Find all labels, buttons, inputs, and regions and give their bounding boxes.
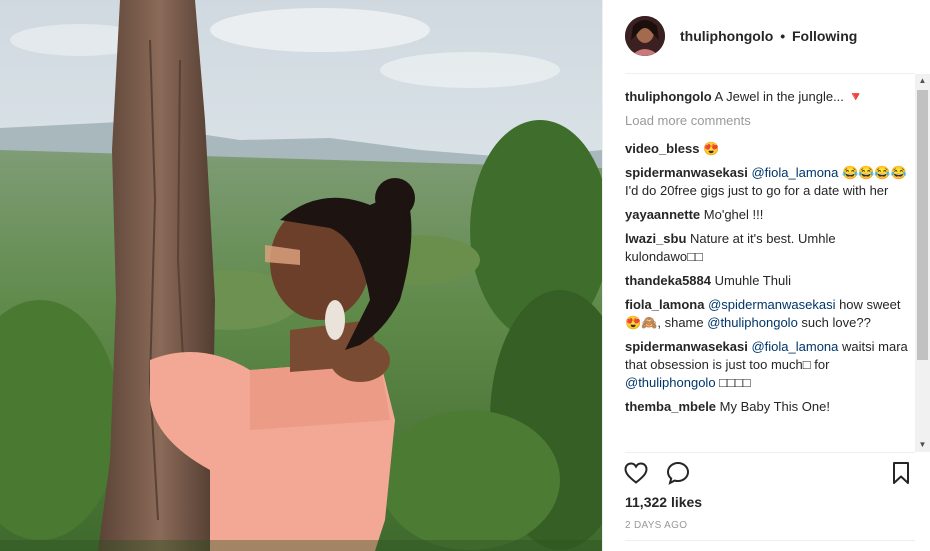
header-separator: • [780,28,786,44]
comment-user[interactable]: thuliphongolo [625,89,712,104]
comment-text: 😍 [703,141,720,156]
likes-count[interactable]: 11,322 likes [625,494,702,510]
post-timestamp[interactable]: 2 DAYS AGO [625,520,687,531]
scroll-thumb[interactable] [917,90,928,360]
comment-text: Umuhle Thuli [714,273,791,288]
comment-item: video_bless 😍 [625,140,917,158]
post-photo[interactable] [0,0,602,551]
scroll-down-arrow-icon[interactable]: ▼ [915,438,930,452]
load-more-comments-button[interactable]: Load more comments [625,112,917,130]
comment-button[interactable] [665,460,691,486]
header-username[interactable]: thuliphongolo [680,28,773,44]
action-bar [603,458,930,490]
comment-user[interactable]: spidermanwasekasi [625,165,748,180]
comment-item: spidermanwasekasi @fiola_lamona waitsi m… [625,338,917,392]
comment-user[interactable]: spidermanwasekasi [625,339,748,354]
comment-item: themba_mbele My Baby This One! [625,398,917,416]
header-text: thuliphongolo • Following [680,28,857,44]
divider [625,73,915,74]
post-sidebar: thuliphongolo • Following thuliphongolo … [602,0,930,551]
save-button[interactable] [888,460,914,486]
comment-text: A Jewel in the jungle... 🔻 [714,89,864,104]
comment-item: fiola_lamona @spidermanwasekasi how swee… [625,296,917,332]
avatar-image [625,16,665,56]
comment-icon [666,461,690,485]
post-image [0,0,602,551]
avatar[interactable] [625,16,665,56]
comments-list: thuliphongolo A Jewel in the jungle... 🔻… [625,80,917,452]
comment-user[interactable]: fiola_lamona [625,297,704,312]
comment-user[interactable]: yayaannette [625,207,700,222]
comment-text: □□□□ [719,375,751,390]
comment-mention[interactable]: @fiola_lamona [751,339,838,354]
comment-item: spidermanwasekasi @fiola_lamona 😂😂😂😂I'd … [625,164,917,200]
comment-user[interactable]: thandeka5884 [625,273,711,288]
comment-text: My Baby This One! [719,399,830,414]
bookmark-icon [893,462,909,484]
divider [625,540,915,541]
comment-mention[interactable]: @fiola_lamona [751,165,838,180]
comment-mention[interactable]: @spidermanwasekasi [708,297,835,312]
comment-text: such love?? [801,315,871,330]
caption: thuliphongolo A Jewel in the jungle... 🔻 [625,80,917,106]
comment-item: lwazi_sbu Nature at it's best. Umhle kul… [625,230,917,266]
comment-mention[interactable]: @thuliphongolo [707,315,798,330]
comment-user[interactable]: lwazi_sbu [625,231,686,246]
comment-item: yayaannette Mo'ghel !!! [625,206,917,224]
comment-text: Mo'ghel !!! [703,207,764,222]
comment-user[interactable]: themba_mbele [625,399,716,414]
heart-icon [624,462,648,484]
like-button[interactable] [623,460,649,486]
comment-item: thandeka5884 Umuhle Thuli [625,272,917,290]
scroll-up-arrow-icon[interactable]: ▲ [915,74,930,88]
divider [625,452,915,453]
comment-mention[interactable]: @thuliphongolo [625,375,716,390]
comments-scrollbar[interactable]: ▲ ▼ [915,74,930,452]
comment-user[interactable]: video_bless [625,141,699,156]
post-header: thuliphongolo • Following [603,0,930,73]
following-button[interactable]: Following [792,28,857,44]
